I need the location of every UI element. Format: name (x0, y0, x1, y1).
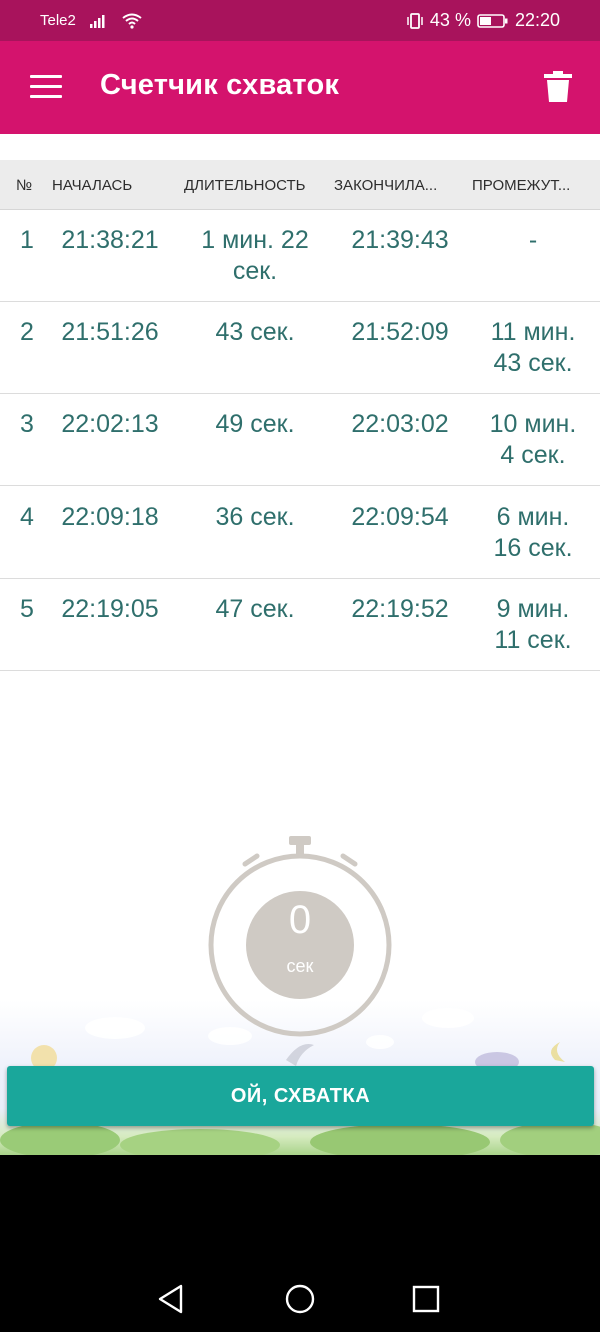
table-row[interactable]: 3 22:02:13 49 сек. 22:03:02 10 мин. 4 сек… (0, 393, 600, 486)
column-header-duration: ДЛИТЕЛЬНОСТЬ (184, 177, 306, 194)
delete-button[interactable] (544, 71, 576, 105)
cell-number: 4 (20, 503, 34, 531)
table-header: № НАЧАЛАСЬ ДЛИТЕЛЬНОСТЬ ЗАКОНЧИЛА... ПРО… (0, 160, 600, 210)
recents-icon[interactable] (412, 1284, 440, 1314)
stopwatch-value: 0 (288, 898, 312, 942)
cell-number: 1 (20, 226, 34, 254)
carrier-name: Tele2 (40, 12, 76, 29)
cell-start: 22:02:13 (61, 410, 159, 438)
cell-end: 21:52:09 (351, 318, 449, 346)
cell-duration: 49 сек. (215, 410, 295, 438)
cell-interval: 11 мин. 43 сек. (490, 318, 576, 377)
navigation-bar (0, 1155, 600, 1332)
table-row[interactable]: 1 21:38:21 1 мин. 22 сек. 21:39:43 - (0, 209, 600, 302)
stopwatch-unit: сек (286, 956, 314, 976)
cell-number: 5 (20, 595, 34, 623)
signal-icon (89, 14, 105, 28)
menu-button[interactable] (30, 75, 64, 101)
cell-duration: 43 сек. (215, 318, 295, 346)
column-header-interval: ПРОМЕЖУТ... (472, 177, 571, 194)
cell-number: 3 (20, 410, 34, 438)
cell-start: 22:19:05 (61, 595, 159, 623)
cell-end: 22:09:54 (351, 503, 449, 531)
cell-interval: 6 мин. 16 сек. (493, 503, 573, 562)
cell-duration: 1 мин. 22 сек. (201, 226, 309, 285)
cell-number: 2 (20, 318, 34, 346)
cell-duration: 36 сек. (215, 503, 295, 531)
cell-start: 21:38:21 (61, 226, 159, 254)
wifi-icon (122, 13, 142, 29)
table-row[interactable]: 2 21:51:26 43 сек. 21:52:09 11 мин. 43 се… (0, 301, 600, 394)
cell-end: 22:19:52 (351, 595, 449, 623)
battery-percent: 43 % (429, 10, 471, 30)
home-icon[interactable] (284, 1283, 316, 1315)
cell-end: 22:03:02 (351, 410, 449, 438)
column-header-end: ЗАКОНЧИЛА... (334, 177, 438, 194)
cell-duration: 47 сек. (215, 595, 295, 623)
cell-end: 21:39:43 (351, 226, 449, 254)
battery-icon (477, 13, 508, 28)
column-header-start: НАЧАЛАСЬ (52, 177, 133, 194)
vibrate-icon (407, 12, 423, 29)
back-icon[interactable] (157, 1284, 185, 1314)
cell-start: 21:51:26 (61, 318, 159, 346)
cell-start: 22:09:18 (61, 503, 159, 531)
status-time: 22:20 (514, 10, 560, 30)
column-header-number: № (16, 177, 33, 194)
cell-interval: - (528, 226, 538, 254)
table-row[interactable]: 4 22:09:18 36 сек. 22:09:54 6 мин. 16 сек… (0, 486, 600, 579)
status-bar: Tele2 43 % 22:20 (0, 0, 600, 41)
table-row[interactable]: 5 22:19:05 47 сек. 22:19:52 9 мин. 11 сек… (0, 578, 600, 671)
cell-interval: 10 мин. 4 сек. (489, 410, 577, 469)
cell-interval: 9 мин. 11 сек. (494, 595, 572, 654)
page-title: Счетчик схваток (100, 69, 340, 101)
trash-icon (544, 71, 572, 102)
app-bar: Счетчик схваток (0, 41, 600, 134)
contraction-button[interactable]: ОЙ, СХВАТКА (7, 1066, 594, 1126)
